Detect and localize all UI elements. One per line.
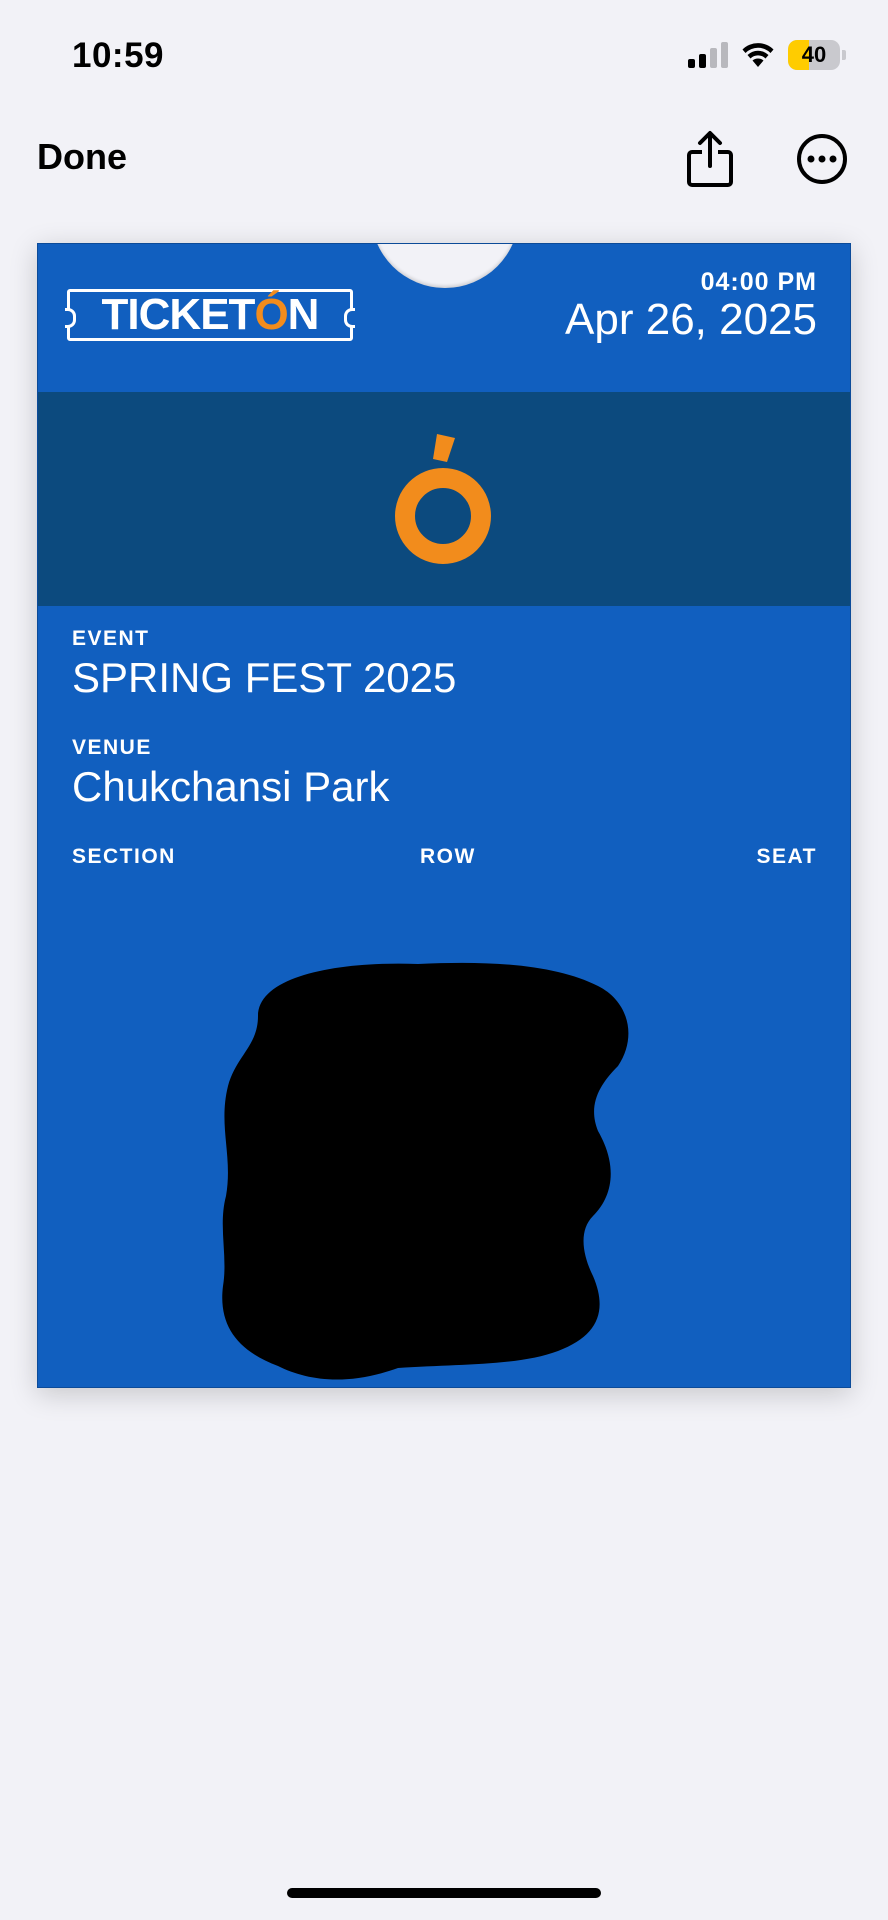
- cellular-signal-icon: [688, 42, 728, 68]
- venue-value: Chukchansi Park: [72, 763, 390, 810]
- logo-text-main: TICKET: [101, 290, 256, 339]
- battery-level: 40: [801, 42, 827, 67]
- wallet-pass-screen: 10:59 40 Done TICKET Ó N 04:00 PM Apr 26…: [0, 0, 888, 1920]
- ticket-pass-card[interactable]: TICKET Ó N 04:00 PM Apr 26, 2025 EVENT SPR…: [37, 243, 851, 1388]
- logo-text-accent: Ó: [254, 290, 288, 339]
- pass-notch: [371, 244, 519, 288]
- event-label: EVENT: [72, 627, 150, 650]
- pass-strip-image: [38, 392, 850, 606]
- seat-label: SEAT: [756, 845, 817, 868]
- pass-date: Apr 26, 2025: [565, 295, 817, 344]
- venue-label: VENUE: [72, 736, 152, 759]
- event-value: SPRING FEST 2025: [72, 654, 457, 701]
- redacted-barcode-area: [222, 962, 629, 1380]
- done-button[interactable]: Done: [37, 136, 127, 178]
- section-label: SECTION: [72, 845, 176, 868]
- home-indicator[interactable]: [287, 1888, 601, 1898]
- battery-nub: [842, 50, 846, 60]
- status-time: 10:59: [72, 36, 165, 75]
- row-label: ROW: [420, 845, 476, 868]
- battery-icon: 40: [788, 40, 840, 70]
- wifi-icon: [742, 43, 774, 67]
- ticketon-logo: TICKET Ó N: [65, 289, 355, 341]
- logo-text-end: N: [287, 290, 320, 339]
- more-icon[interactable]: [796, 133, 848, 185]
- pass-time: 04:00 PM: [700, 268, 817, 296]
- share-icon[interactable]: [684, 130, 736, 188]
- status-icons: 40: [688, 38, 846, 72]
- brand-o-mark-icon: [395, 434, 491, 564]
